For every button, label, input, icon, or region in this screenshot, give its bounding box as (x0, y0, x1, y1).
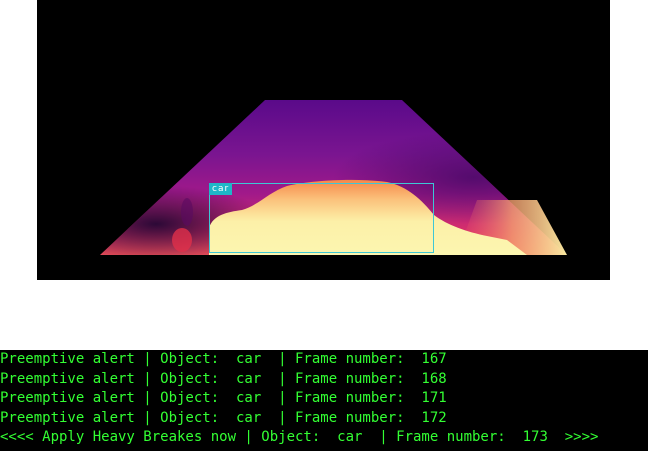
detection-label: car (209, 183, 233, 195)
console-line: Preemptive alert | Object: car | Frame n… (0, 351, 447, 367)
console-line: Preemptive alert | Object: car | Frame n… (0, 390, 447, 406)
console-line: Preemptive alert | Object: car | Frame n… (0, 409, 447, 426)
console-line-brake-alert: <<<< Apply Heavy Breakes now | Object: c… (0, 429, 599, 445)
detection-bounding-box (209, 183, 434, 253)
console-line: Preemptive alert | Object: car | Frame n… (0, 370, 447, 387)
app-window: car Preemptive alert | Object: car | Fra… (0, 0, 648, 451)
depth-video-frame: car (37, 0, 610, 280)
console-output: Preemptive alert | Object: car | Frame n… (0, 350, 648, 451)
